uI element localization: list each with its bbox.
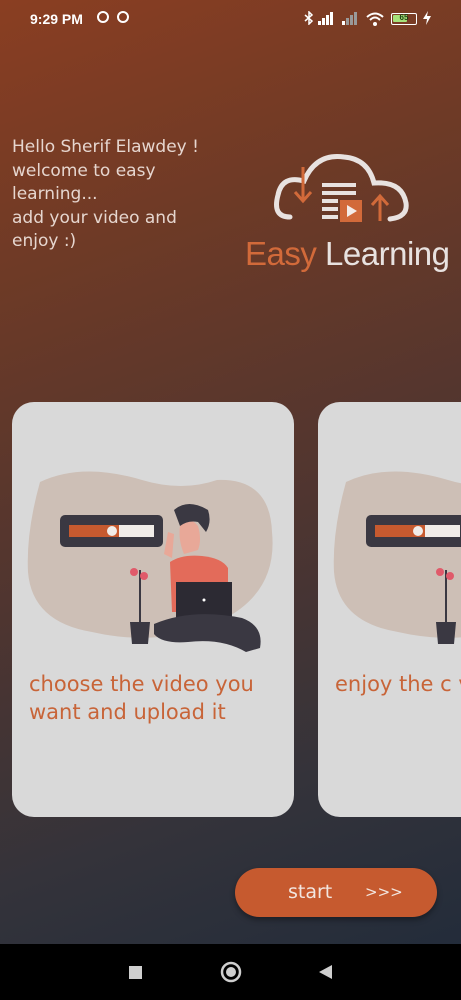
- card-caption: enjoy the c video: [335, 672, 461, 696]
- battery-icon: 65: [391, 13, 417, 25]
- battery-level: 65: [399, 13, 409, 22]
- card-caption: choose the video you want and upload it: [29, 672, 254, 724]
- start-button-label: start: [288, 881, 333, 903]
- bluetooth-icon: [304, 11, 314, 25]
- system-nav-bar: [0, 944, 461, 1000]
- wifi-icon: [366, 12, 384, 26]
- home-circle-icon[interactable]: [216, 959, 246, 985]
- status-bar: 9:29 PM 65: [0, 0, 461, 36]
- notification-icon: [97, 11, 109, 23]
- logo-wordmark: Easy Learning: [245, 235, 450, 273]
- start-button[interactable]: start >>>: [235, 868, 437, 917]
- signal-icon: [318, 12, 333, 25]
- vpn-icon: [117, 11, 129, 23]
- logo-word-easy: Easy: [245, 235, 317, 272]
- charging-icon: [423, 11, 431, 25]
- back-triangle-icon[interactable]: [310, 959, 340, 985]
- start-button-arrows: >>>: [365, 883, 403, 901]
- status-time: 9:29 PM: [30, 11, 83, 27]
- recents-square-icon[interactable]: [120, 959, 150, 985]
- app-logo: Easy Learning: [240, 145, 455, 280]
- person-laptop-illustration: [333, 471, 461, 644]
- onboarding-card-enjoy[interactable]: enjoy the c video: [318, 402, 461, 817]
- signal-weak-icon: [342, 12, 357, 25]
- greeting-text: Hello Sherif Elawdey ! welcome to easy l…: [12, 137, 199, 251]
- person-laptop-illustration: [27, 471, 273, 652]
- onboarding-card-upload[interactable]: choose the video you want and upload it: [12, 402, 294, 817]
- logo-word-learning: Learning: [325, 235, 450, 272]
- app-screen: 9:29 PM 65 Hello Sherif Elawdey ! welcom…: [0, 0, 461, 944]
- cloud-video-icon: [274, 154, 409, 222]
